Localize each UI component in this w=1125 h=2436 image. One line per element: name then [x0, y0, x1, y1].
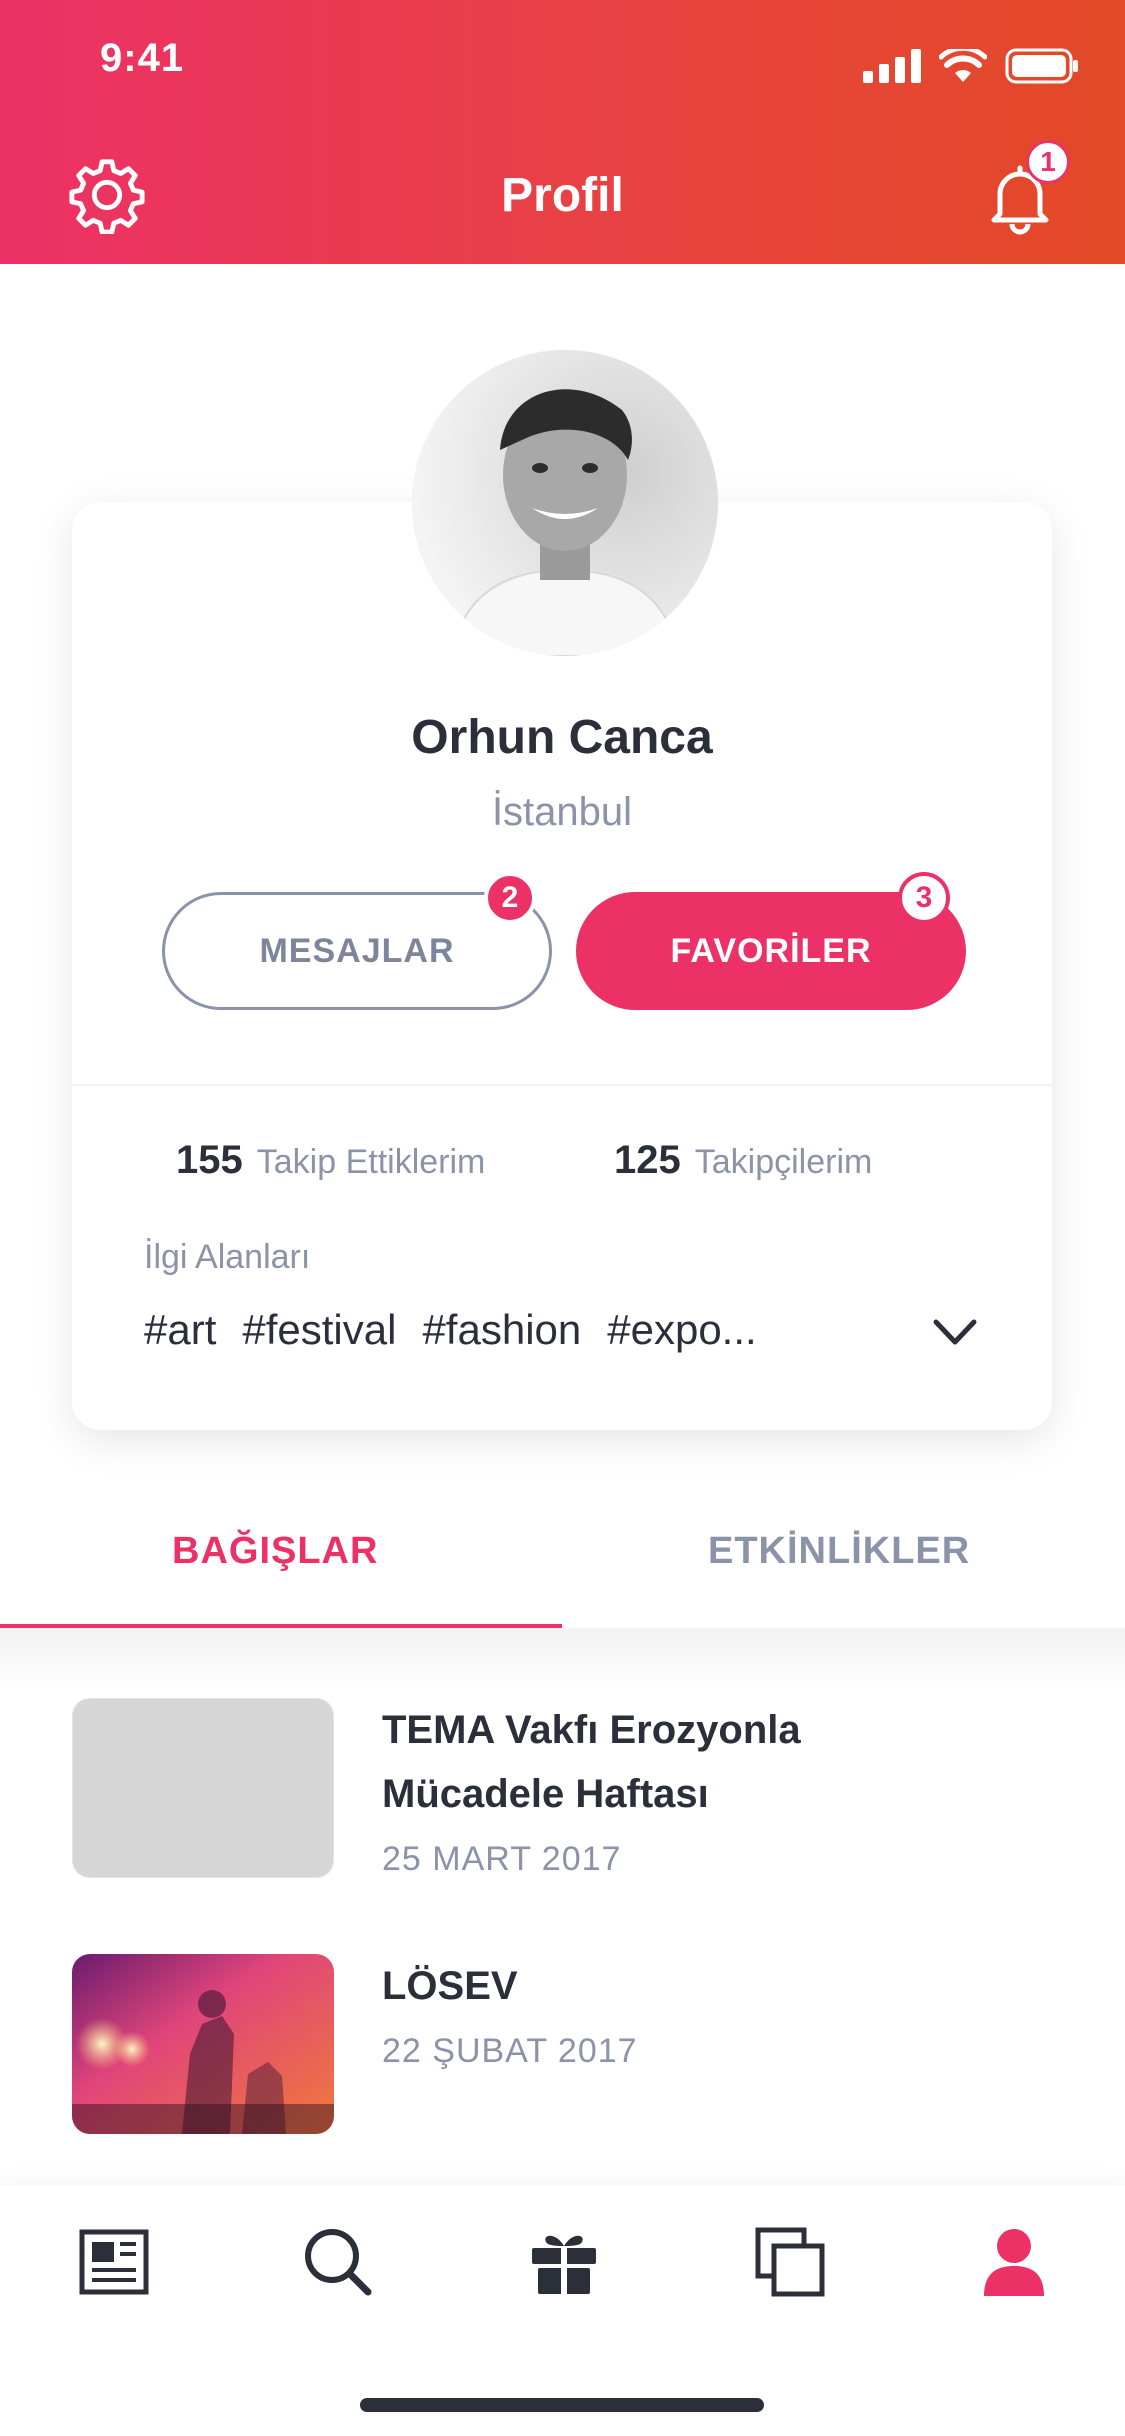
tab-shadow	[0, 1628, 1125, 1688]
status-time: 9:41	[100, 36, 185, 80]
interest-tag[interactable]: #art	[144, 1306, 216, 1354]
interest-tag[interactable]: #festival	[242, 1306, 396, 1354]
followers-label: Takipçilerim	[694, 1143, 873, 1181]
tab-events[interactable]: ETKİNLİKLER	[708, 1530, 970, 1573]
list-item-title[interactable]: TEMA Vakfı Erozyonla Mücadele Haftası	[382, 1698, 942, 1826]
header: 9:41 Profil 1	[0, 0, 1125, 264]
home-indicator	[360, 2398, 764, 2412]
notification-badge: 1	[1026, 140, 1070, 184]
avatar-photo	[412, 350, 718, 656]
battery-icon	[1005, 48, 1078, 84]
favorites-button-label: FAVORİLER	[670, 931, 872, 970]
favorites-badge: 3	[898, 872, 950, 924]
followers-stat[interactable]: 125 Takipçilerim	[614, 1138, 872, 1183]
messages-button-label: MESAJLAR	[259, 931, 455, 970]
avatar[interactable]	[412, 350, 718, 656]
profile-screen: 9:41 Profil 1 Orhun Canca İstanbul MESAJ…	[0, 0, 1125, 2436]
list-item-thumbnail[interactable]	[72, 1698, 334, 1878]
interest-tags: #art #festival #fashion #expo...	[144, 1306, 757, 1354]
search-icon[interactable]	[302, 2226, 374, 2298]
list-item-thumbnail[interactable]	[72, 1954, 334, 2134]
list-item-date: 22 ŞUBAT 2017	[382, 2032, 638, 2070]
news-icon[interactable]	[78, 2226, 150, 2298]
page-title: Profil	[501, 169, 624, 222]
card-divider	[72, 1084, 1052, 1086]
status-icons	[863, 48, 1079, 84]
profile-city: İstanbul	[491, 790, 633, 834]
collections-icon[interactable]	[754, 2226, 826, 2298]
interest-tag[interactable]: #fashion	[422, 1306, 581, 1354]
cellular-signal-icon	[863, 49, 921, 83]
messages-badge: 2	[484, 872, 536, 924]
interests-title: İlgi Alanları	[144, 1238, 311, 1276]
profile-icon[interactable]	[978, 2226, 1050, 2298]
gift-icon[interactable]	[528, 2226, 600, 2298]
following-label: Takip Ettiklerim	[256, 1143, 486, 1181]
following-stat[interactable]: 155 Takip Ettiklerim	[176, 1138, 485, 1183]
interest-tag[interactable]: #expo...	[607, 1306, 756, 1354]
following-count: 155	[176, 1138, 243, 1182]
chevron-down-icon[interactable]	[930, 1314, 980, 1350]
list-item-title[interactable]: LÖSEV	[382, 1954, 942, 2018]
tab-donations[interactable]: BAĞIŞLAR	[172, 1530, 378, 1573]
followers-count: 125	[614, 1138, 681, 1182]
concert-photo	[72, 1954, 334, 2134]
profile-name: Orhun Canca	[411, 711, 713, 764]
wifi-icon	[939, 49, 987, 82]
list-item-date: 25 MART 2017	[382, 1840, 622, 1878]
